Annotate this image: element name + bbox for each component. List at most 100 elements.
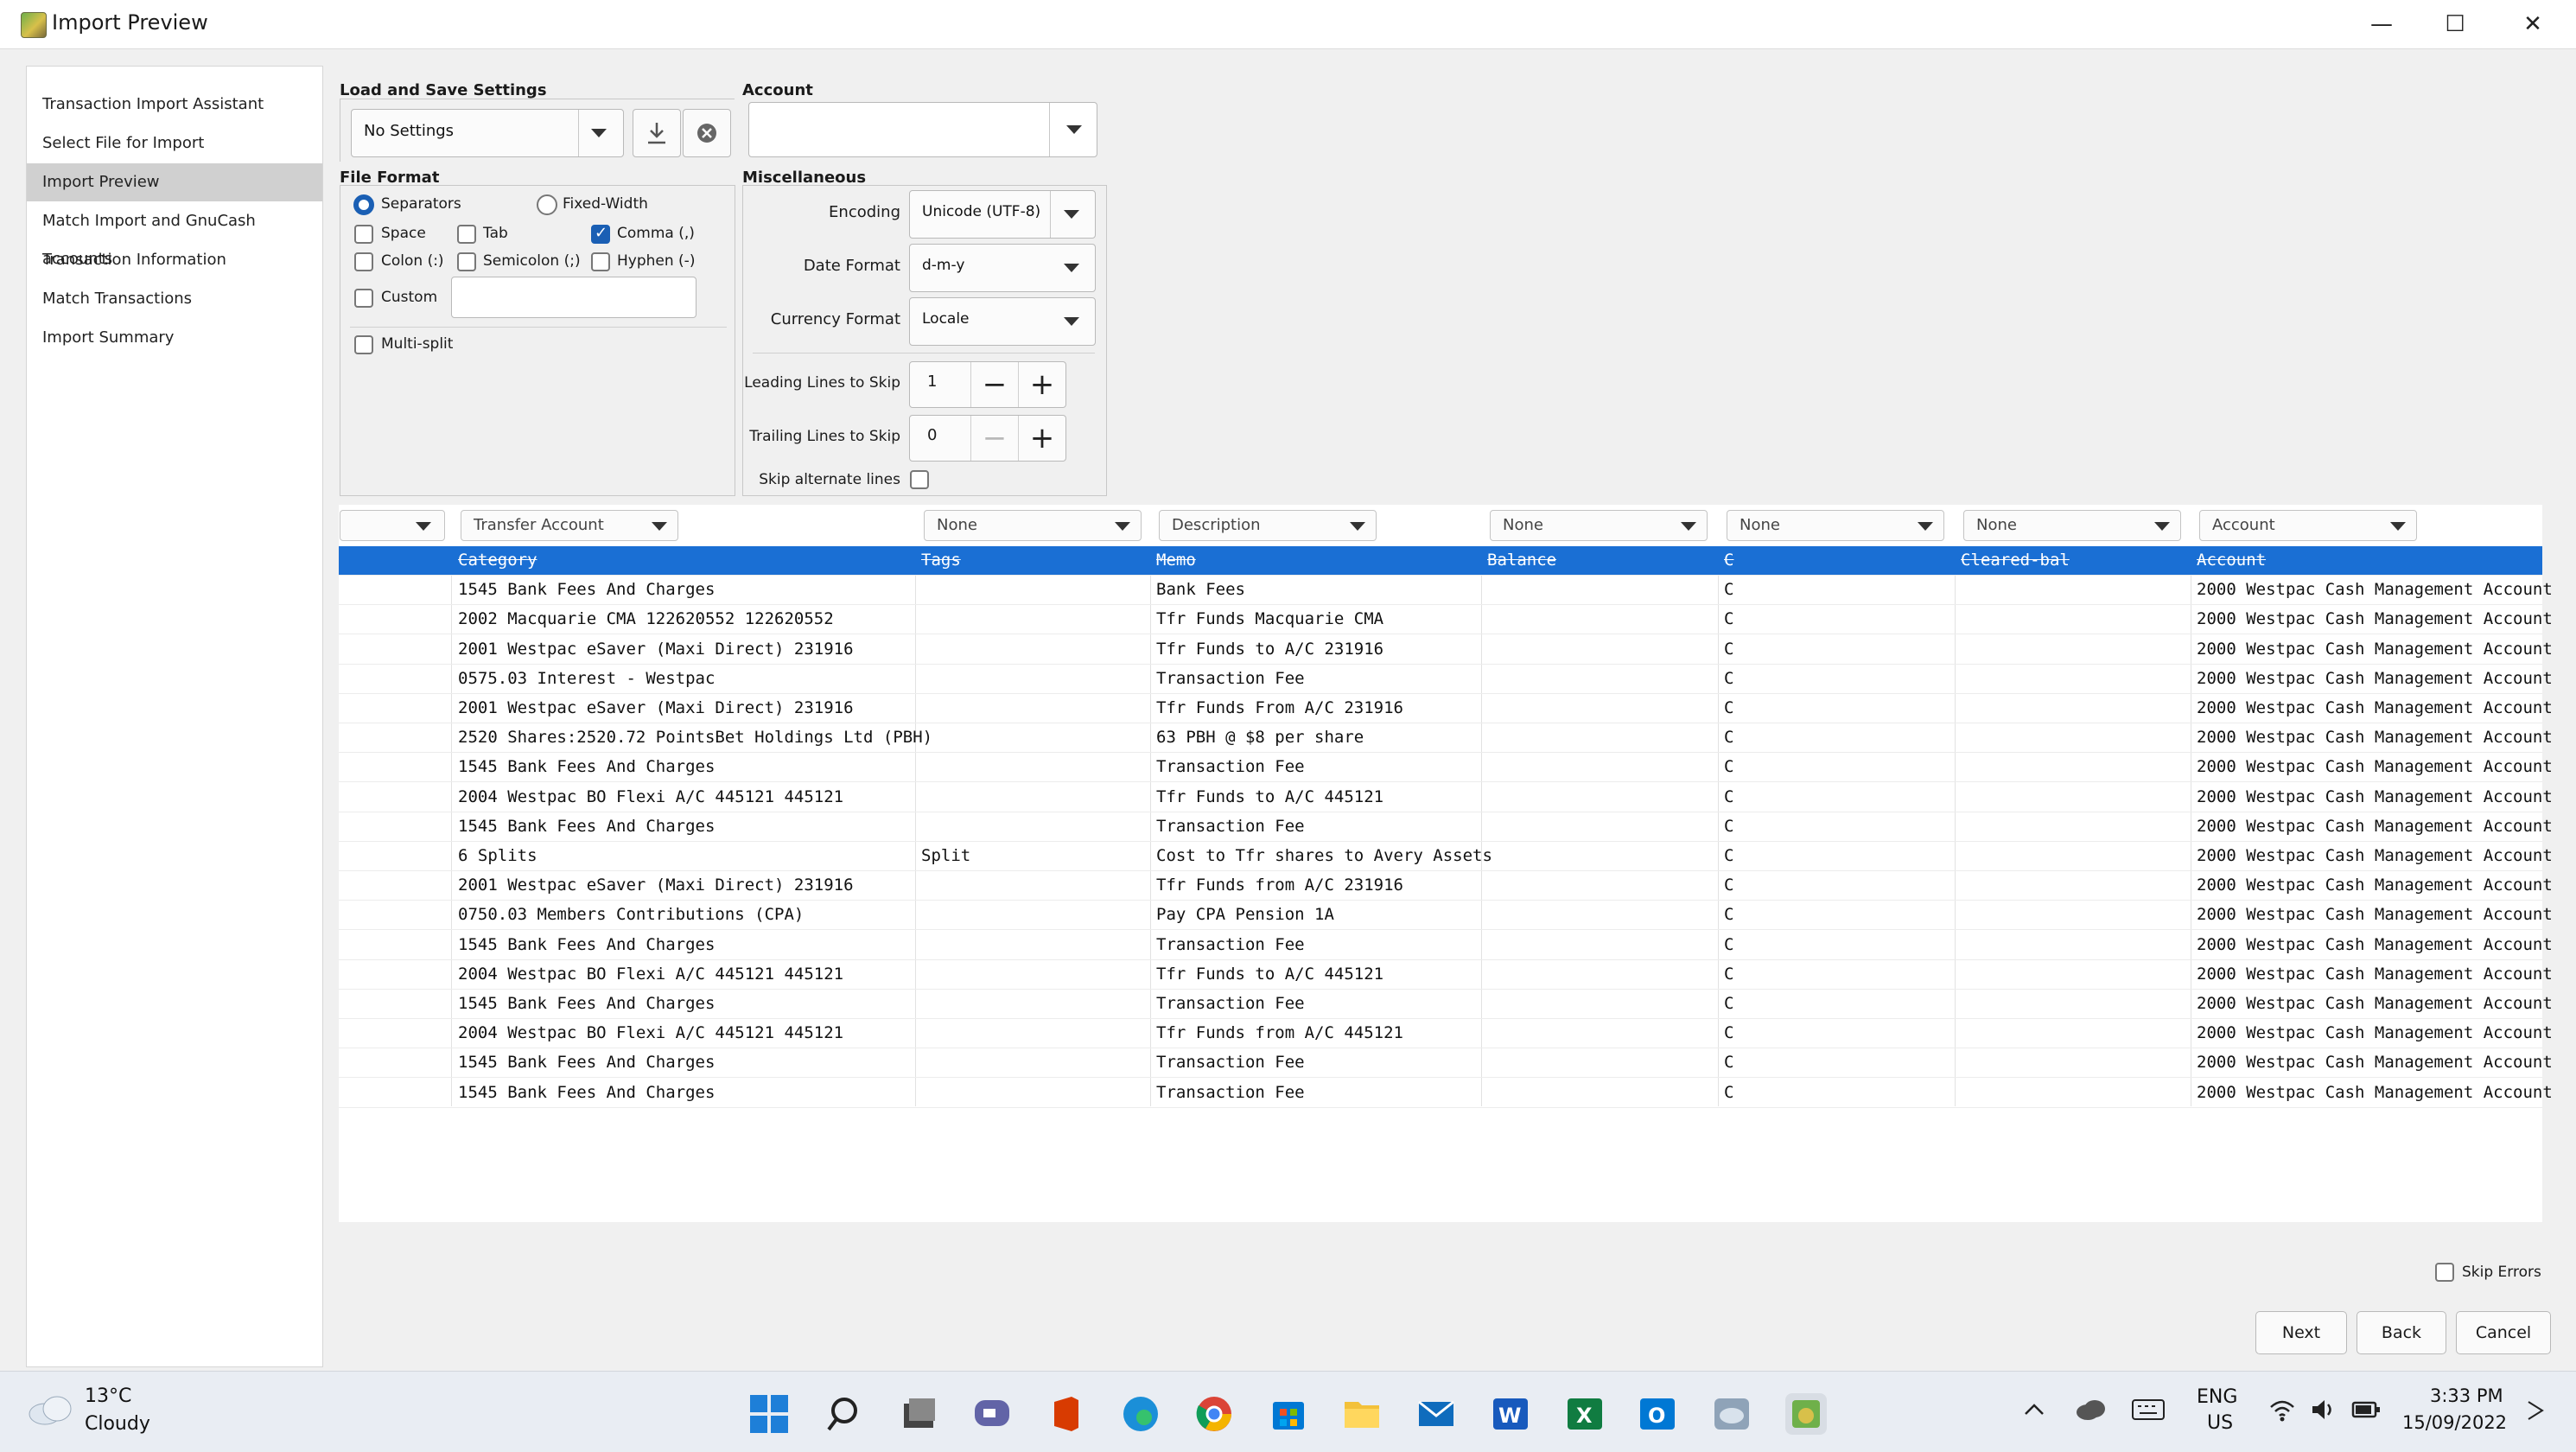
next-button[interactable]: Next <box>2255 1311 2347 1354</box>
table-row[interactable]: 1545 Bank Fees And Charges Transaction Fe… <box>339 1079 2553 1108</box>
save-settings-button[interactable] <box>633 109 681 157</box>
file-explorer-icon[interactable] <box>1341 1393 1383 1435</box>
multi-split-checkbox[interactable] <box>354 335 373 354</box>
colon-checkbox[interactable] <box>354 252 373 271</box>
table-row[interactable]: 1545 Bank Fees And Charges Transaction Fe… <box>339 753 2553 783</box>
leading-lines-spinner[interactable]: 1 − + <box>909 361 1066 408</box>
table-row[interactable]: 1545 Bank Fees And Charges Transaction Fe… <box>339 812 2553 842</box>
table-row[interactable]: 1545 Bank Fees And Charges Transaction Fe… <box>339 931 2553 960</box>
tab-checkbox[interactable] <box>457 225 476 244</box>
sidebar-item-transaction-import-assistant[interactable]: Transaction Import Assistant <box>27 86 322 124</box>
office-icon[interactable] <box>1046 1393 1087 1435</box>
encoding-select[interactable]: Unicode (UTF-8) <box>909 190 1096 239</box>
wifi-icon[interactable] <box>2268 1397 2297 1427</box>
volume-icon[interactable] <box>2309 1397 2338 1427</box>
custom-separator-input[interactable] <box>451 277 696 318</box>
task-view-icon[interactable] <box>899 1393 940 1435</box>
gnucash-icon[interactable] <box>1785 1393 1827 1435</box>
column-type-select-0[interactable] <box>340 510 445 541</box>
sidebar-item-match-accounts[interactable]: Match Import and GnuCash accounts <box>27 202 322 268</box>
hyphen-checkbox[interactable] <box>591 252 610 271</box>
table-cell: 2004 Westpac BO Flexi A/C 445121 445121 <box>458 786 844 806</box>
weather-desc[interactable]: Cloudy <box>85 1413 150 1435</box>
column-type-select-7[interactable]: Account <box>2199 510 2417 541</box>
search-icon[interactable] <box>825 1393 867 1435</box>
sidebar-item-select-file[interactable]: Select File for Import <box>27 124 322 162</box>
table-row[interactable]: 1545 Bank Fees And Charges Transaction Fe… <box>339 990 2553 1019</box>
back-button[interactable]: Back <box>2357 1311 2446 1354</box>
sidebar-item-import-preview[interactable]: Import Preview <box>27 163 322 201</box>
sidebar-item-import-summary[interactable]: Import Summary <box>27 319 322 357</box>
column-type-select-4[interactable]: None <box>1490 510 1708 541</box>
column-type-select-3[interactable]: Description <box>1159 510 1377 541</box>
skip-alternate-checkbox[interactable] <box>910 470 929 489</box>
sidebar-item-transaction-information[interactable]: Transaction Information <box>27 241 322 279</box>
settings-select[interactable]: No Settings <box>351 109 624 157</box>
table-row[interactable]: 2001 Westpac eSaver (Maxi Direct) 231916… <box>339 635 2553 665</box>
region-indicator[interactable]: US <box>2207 1412 2233 1434</box>
notifications-icon[interactable] <box>2525 1398 2546 1427</box>
date-format-select[interactable]: d-m-y <box>909 244 1096 292</box>
cancel-button[interactable]: Cancel <box>2456 1311 2551 1354</box>
teams-chat-icon[interactable] <box>971 1393 1013 1435</box>
column-type-select-2[interactable]: None <box>924 510 1142 541</box>
column-type-select-5[interactable]: None <box>1727 510 1944 541</box>
onedrive-icon[interactable] <box>2074 1398 2107 1425</box>
account-select[interactable] <box>748 102 1097 157</box>
table-row[interactable]: 2001 Westpac eSaver (Maxi Direct) 231916… <box>339 694 2553 723</box>
clock-time[interactable]: 3:33 PM <box>2430 1385 2503 1406</box>
word-icon[interactable]: W <box>1490 1393 1531 1435</box>
table-row[interactable]: 2002 Macquarie CMA 122620552 122620552 Tf… <box>339 605 2553 635</box>
battery-icon[interactable] <box>2350 1397 2382 1427</box>
chevron-up-icon[interactable] <box>2022 1398 2046 1423</box>
fixed-width-radio[interactable] <box>537 194 557 215</box>
column-type-select-1[interactable]: Transfer Account <box>461 510 678 541</box>
table-row[interactable]: 2004 Westpac BO Flexi A/C 445121 445121 T… <box>339 960 2553 990</box>
keyboard-icon[interactable] <box>2131 1397 2166 1427</box>
semicolon-checkbox[interactable] <box>457 252 476 271</box>
edge-icon[interactable] <box>1120 1393 1161 1435</box>
table-cell: 2000 Westpac Cash Management Account <box>2197 580 2553 600</box>
store-icon[interactable] <box>1268 1393 1309 1435</box>
maximize-button[interactable]: ☐ <box>2416 0 2494 48</box>
custom-checkbox[interactable] <box>354 289 373 308</box>
table-row[interactable]: 0750.03 Members Contributions (CPA) Pay C… <box>339 901 2553 931</box>
delete-settings-button[interactable] <box>683 109 731 157</box>
minus-icon[interactable]: − <box>970 416 1018 461</box>
clock-date[interactable]: 15/09/2022 <box>2402 1412 2507 1433</box>
language-indicator[interactable]: ENG <box>2197 1386 2237 1408</box>
minus-icon[interactable]: − <box>970 362 1018 407</box>
outlook-icon[interactable]: O <box>1637 1393 1678 1435</box>
minimize-button[interactable]: — <box>2343 0 2420 48</box>
excel-icon[interactable]: X <box>1564 1393 1606 1435</box>
close-button[interactable]: ✕ <box>2494 0 2572 48</box>
comma-checkbox[interactable] <box>591 224 610 244</box>
table-row[interactable]: 0575.03 Interest - Westpac Transaction Fe… <box>339 665 2553 694</box>
currency-format-select[interactable]: Locale <box>909 297 1096 346</box>
table-row[interactable]: 2004 Westpac BO Flexi A/C 445121 445121 T… <box>339 783 2553 812</box>
trailing-lines-spinner[interactable]: 0 − + <box>909 415 1066 462</box>
sidebar-item-match-transactions[interactable]: Match Transactions <box>27 280 322 318</box>
table-row[interactable]: 1545 Bank Fees And Charges Transaction Fe… <box>339 1048 2553 1079</box>
start-icon[interactable] <box>748 1393 790 1435</box>
table-row[interactable]: 1545 Bank Fees And Charges Bank Fees C 2000… <box>339 576 2553 606</box>
weather-temp[interactable]: 13°C <box>85 1385 131 1407</box>
table-row[interactable]: 2001 Westpac eSaver (Maxi Direct) 231916… <box>339 871 2553 901</box>
column-type-select-6[interactable]: None <box>1963 510 2181 541</box>
table-row[interactable]: 6 Splits Split Cost to Tfr shares to Avery… <box>339 842 2553 871</box>
table-cell: Transaction Fee <box>1156 757 1305 777</box>
table-header-row[interactable]: Category Tags Memo Balance C Cleared-bal Accou… <box>339 546 2542 576</box>
plus-icon[interactable]: + <box>1018 362 1065 407</box>
weather-cloud-icon[interactable] <box>26 1390 76 1428</box>
skip-errors-checkbox[interactable] <box>2435 1263 2454 1282</box>
plus-icon[interactable]: + <box>1018 416 1065 461</box>
table-row[interactable]: 2004 Westpac BO Flexi A/C 445121 445121 T… <box>339 1019 2553 1049</box>
mail-icon[interactable] <box>1415 1393 1457 1435</box>
space-checkbox[interactable] <box>354 225 373 244</box>
table-cell: C <box>1724 757 1734 777</box>
chrome-icon[interactable] <box>1193 1393 1235 1435</box>
table-row[interactable]: 2520 Shares:2520.72 PointsBet Holdings L… <box>339 723 2553 754</box>
separators-radio[interactable] <box>353 194 374 215</box>
file-format-label: File Format <box>340 169 440 187</box>
weather-app-icon[interactable] <box>1711 1393 1752 1435</box>
